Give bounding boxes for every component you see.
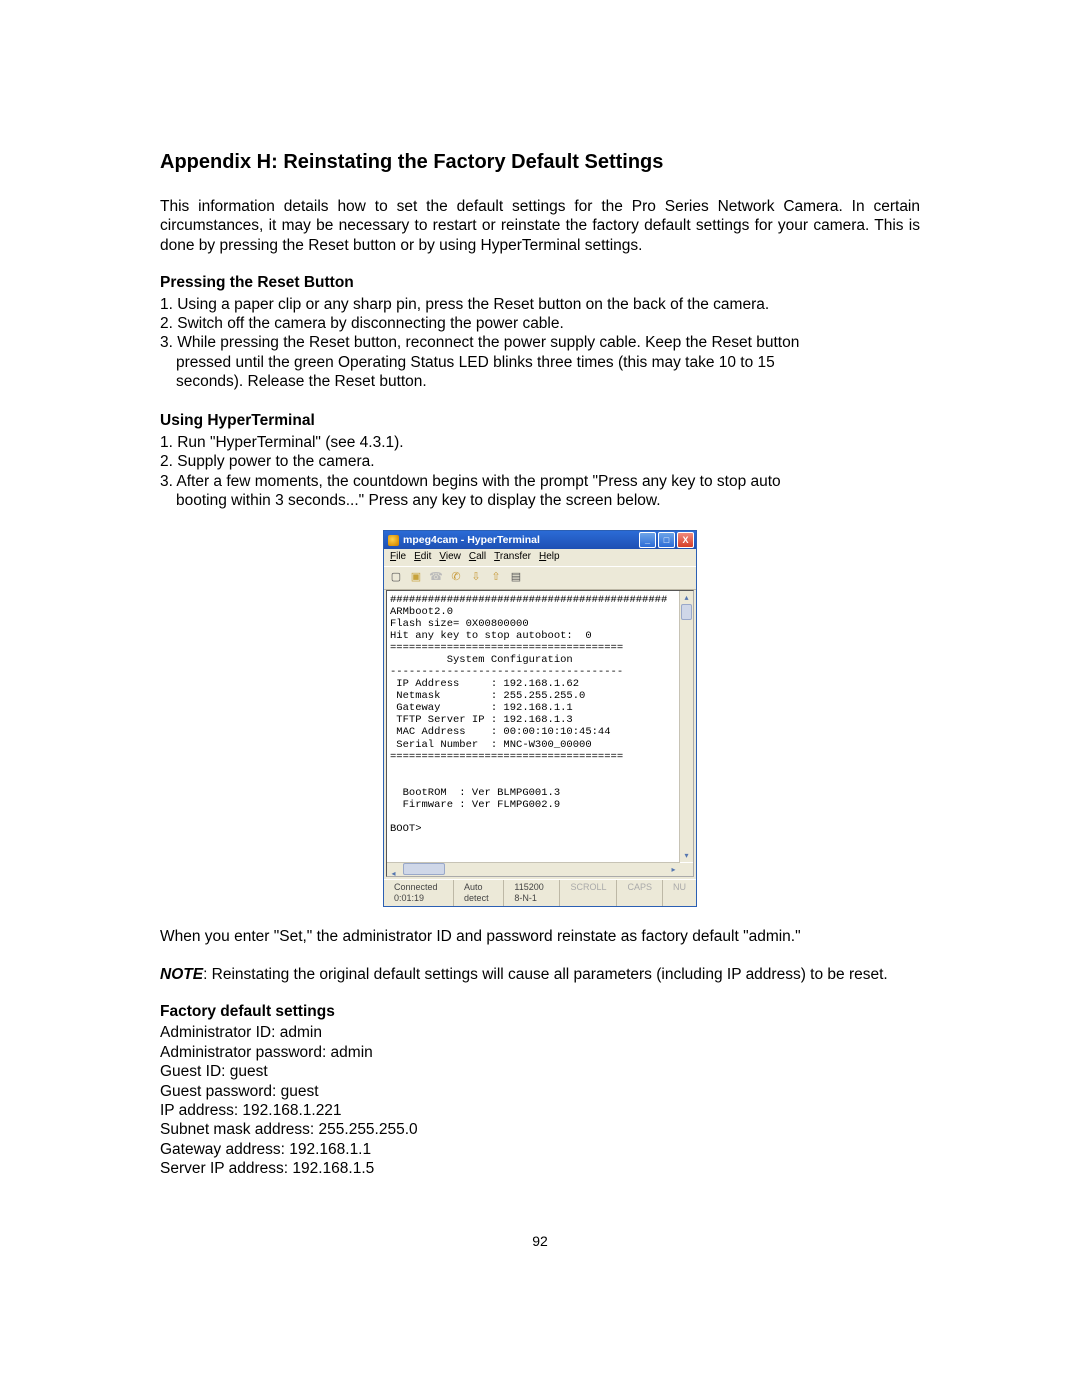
status-connection: Connected 0:01:19	[384, 880, 453, 907]
menu-view[interactable]: View	[439, 551, 461, 564]
default-subnet-mask: Subnet mask address: 255.255.255.0	[160, 1120, 920, 1139]
document-page: Appendix H: Reinstating the Factory Defa…	[0, 0, 1080, 1397]
hangup-icon[interactable]: ✆	[448, 570, 464, 586]
scroll-thumb[interactable]	[681, 604, 692, 620]
default-admin-id: Administrator ID: admin	[160, 1023, 920, 1042]
status-baud: 115200 8-N-1	[503, 880, 559, 907]
section-reset-button: Pressing the Reset Button 1. Using a pap…	[160, 273, 920, 391]
resize-grip[interactable]	[680, 863, 693, 876]
default-gateway: Gateway address: 192.168.1.1	[160, 1140, 920, 1159]
terminal-output[interactable]: ########################################…	[387, 591, 693, 876]
step-3b: pressed until the green Operating Status…	[160, 353, 920, 372]
step-1: 1. Using a paper clip or any sharp pin, …	[160, 295, 920, 314]
scroll-up-icon[interactable]: ▴	[680, 591, 693, 604]
step-3b: booting within 3 seconds..." Press any k…	[160, 491, 920, 510]
vertical-scrollbar[interactable]: ▴ ▾	[679, 591, 693, 862]
minimize-button[interactable]: _	[639, 532, 656, 548]
step-3a: 3. While pressing the Reset button, reco…	[160, 333, 920, 352]
intro-paragraph: This information details how to set the …	[160, 197, 920, 255]
menu-bar: File Edit View Call Transfer Help	[384, 549, 696, 566]
step-1: 1. Run "HyperTerminal" (see 4.3.1).	[160, 433, 920, 452]
status-detect: Auto detect	[453, 880, 503, 907]
after-set-paragraph: When you enter "Set," the administrator …	[160, 927, 920, 946]
status-bar: Connected 0:01:19 Auto detect 115200 8-N…	[384, 879, 696, 907]
default-server-ip: Server IP address: 192.168.1.5	[160, 1159, 920, 1178]
section-heading: Factory default settings	[160, 1002, 920, 1021]
status-caps: CAPS	[616, 880, 662, 907]
page-title: Appendix H: Reinstating the Factory Defa…	[160, 150, 920, 175]
step-3a: 3. After a few moments, the countdown be…	[160, 472, 920, 491]
app-icon	[388, 535, 399, 546]
menu-edit[interactable]: Edit	[414, 551, 431, 564]
page-number: 92	[160, 1233, 920, 1251]
horizontal-scrollbar[interactable]: ◂ ▸	[387, 862, 680, 876]
section-heading: Pressing the Reset Button	[160, 273, 920, 292]
terminal-container: ########################################…	[386, 590, 694, 877]
section-factory-defaults: Factory default settings Administrator I…	[160, 1002, 920, 1178]
menu-transfer[interactable]: Transfer	[494, 551, 531, 564]
open-icon[interactable]: ▣	[408, 570, 424, 586]
menu-call[interactable]: Call	[469, 551, 486, 564]
receive-icon[interactable]: ⇧	[488, 570, 504, 586]
new-icon[interactable]: ▢	[388, 570, 404, 586]
toolbar: ▢ ▣ ☎ ✆ ⇩ ⇧ ▤	[384, 566, 696, 590]
note-text: : Reinstating the original default setti…	[203, 966, 888, 983]
properties-icon[interactable]: ▤	[508, 570, 524, 586]
scroll-left-icon[interactable]: ◂	[387, 867, 400, 880]
status-scroll: SCROLL	[559, 880, 616, 907]
close-button[interactable]: X	[677, 532, 694, 548]
menu-file[interactable]: File	[390, 551, 406, 564]
note-label: NOTE	[160, 966, 203, 983]
scroll-down-icon[interactable]: ▾	[680, 849, 693, 862]
step-2: 2. Supply power to the camera.	[160, 452, 920, 471]
phone-icon[interactable]: ☎	[428, 570, 444, 586]
default-admin-password: Administrator password: admin	[160, 1043, 920, 1062]
note-paragraph: NOTE: Reinstating the original default s…	[160, 965, 920, 984]
step-2: 2. Switch off the camera by disconnectin…	[160, 314, 920, 333]
scroll-thumb[interactable]	[403, 863, 445, 875]
default-guest-password: Guest password: guest	[160, 1082, 920, 1101]
step-3c: seconds). Release the Reset button.	[160, 372, 920, 391]
default-ip-address: IP address: 192.168.1.221	[160, 1101, 920, 1120]
window-title: mpeg4cam - HyperTerminal	[403, 534, 540, 547]
menu-help[interactable]: Help	[539, 551, 560, 564]
status-num: NU	[662, 880, 696, 907]
section-heading: Using HyperTerminal	[160, 411, 920, 430]
window-titlebar[interactable]: mpeg4cam - HyperTerminal _ □ X	[384, 531, 696, 549]
hyperterminal-window: mpeg4cam - HyperTerminal _ □ X File Edit…	[383, 530, 697, 907]
section-hyperterminal: Using HyperTerminal 1. Run "HyperTermina…	[160, 411, 920, 510]
scroll-right-icon[interactable]: ▸	[667, 863, 680, 876]
maximize-button[interactable]: □	[658, 532, 675, 548]
send-icon[interactable]: ⇩	[468, 570, 484, 586]
default-guest-id: Guest ID: guest	[160, 1062, 920, 1081]
